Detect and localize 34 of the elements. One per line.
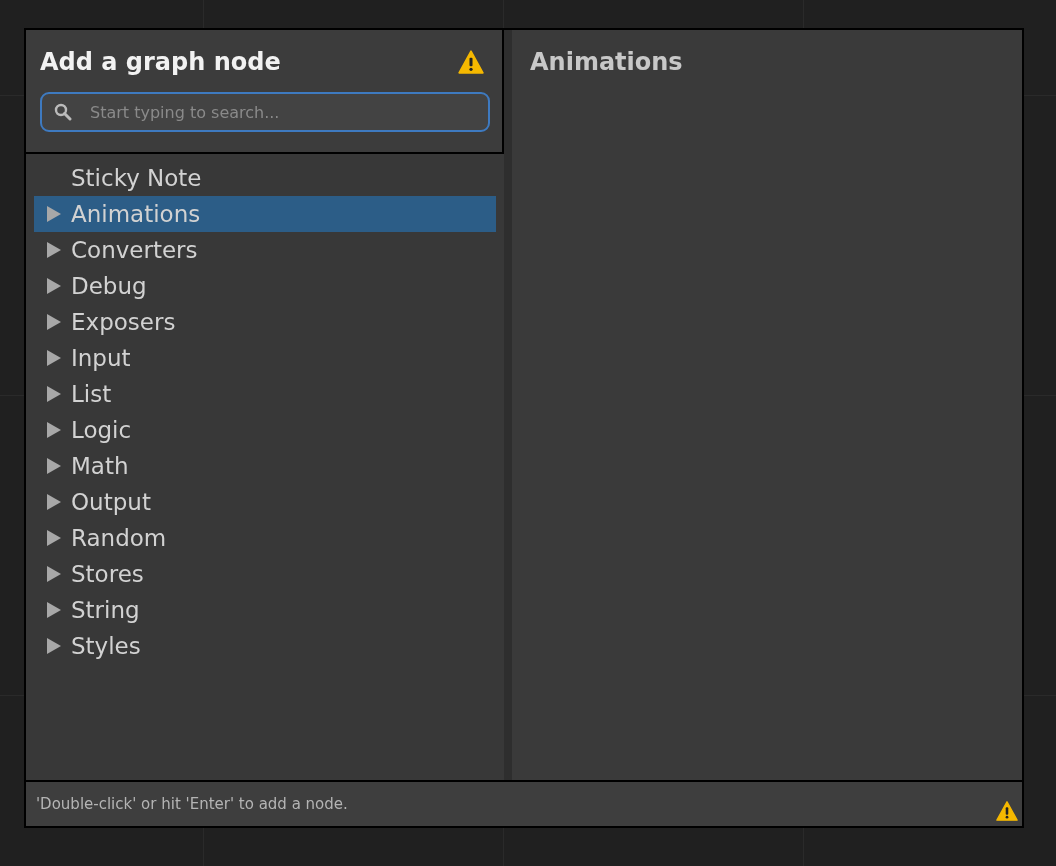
expand-arrow-icon[interactable] (46, 457, 62, 475)
tree-item[interactable]: Input (34, 340, 496, 376)
tree-item[interactable]: Styles (34, 628, 496, 664)
tree-item[interactable]: Stores (34, 556, 496, 592)
tree-item[interactable]: List (34, 376, 496, 412)
detail-title: Animations (530, 48, 684, 76)
search-field[interactable]: Start typing to search... (40, 92, 490, 132)
expand-arrow-icon[interactable] (46, 421, 62, 439)
expand-arrow-icon[interactable] (46, 565, 62, 583)
tree-item[interactable]: Logic (34, 412, 496, 448)
status-hint: 'Double-click' or hit 'Enter' to add a node. (36, 795, 348, 813)
warning-icon (996, 800, 1018, 822)
expand-arrow-icon[interactable] (46, 277, 62, 295)
tree-item[interactable]: Output (34, 484, 496, 520)
tree-item[interactable]: String (34, 592, 496, 628)
expand-arrow-icon[interactable] (46, 313, 62, 331)
expand-arrow-icon[interactable] (46, 205, 62, 223)
warning-icon (458, 49, 484, 75)
tree-item[interactable]: Animations (34, 196, 496, 232)
expand-arrow-icon[interactable] (46, 385, 62, 403)
expand-arrow-icon[interactable] (46, 529, 62, 547)
expand-arrow-icon[interactable] (46, 349, 62, 367)
expand-arrow-icon[interactable] (46, 241, 62, 259)
tree-item[interactable]: Sticky Note (34, 160, 496, 196)
tree-item[interactable]: Debug (34, 268, 496, 304)
tree-item[interactable]: Math (34, 448, 496, 484)
tree-item[interactable]: Exposers (34, 304, 496, 340)
expand-arrow-icon[interactable] (46, 601, 62, 619)
tree-item[interactable]: Converters (34, 232, 496, 268)
dialog-title: Add a graph node (40, 48, 281, 76)
expand-arrow-icon[interactable] (46, 637, 62, 655)
tree-item[interactable]: Random (34, 520, 496, 556)
expand-arrow-icon[interactable] (46, 493, 62, 511)
search-icon (54, 103, 72, 121)
